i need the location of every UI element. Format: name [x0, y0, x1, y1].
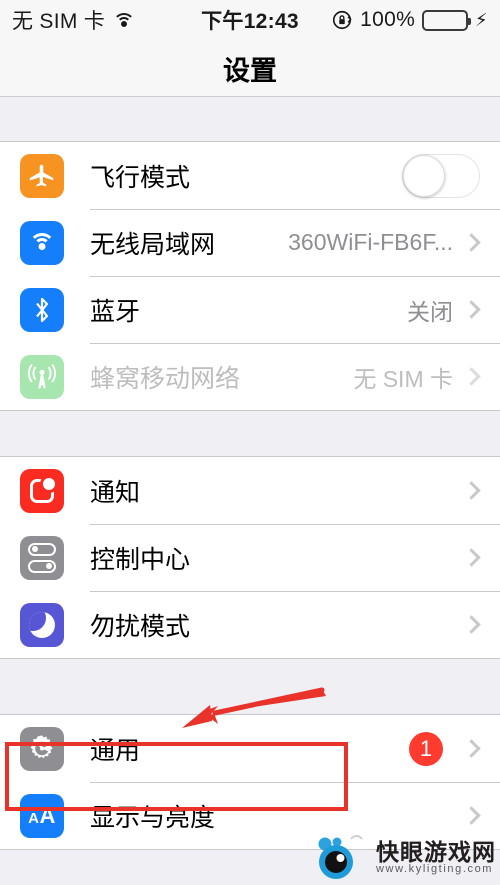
chevron-right-icon — [462, 615, 481, 634]
settings-row-label: 控制中心 — [90, 545, 191, 574]
chevron-right-icon — [462, 300, 481, 319]
airplane-mode-toggle[interactable] — [402, 153, 480, 198]
lightning-bolt-icon: ⚡ — [475, 10, 488, 30]
settings-row-cellular[interactable]: 蜂窝移动网络 无 SIM 卡 — [0, 343, 500, 410]
wifi-icon — [20, 220, 64, 265]
chevron-right-icon — [462, 548, 481, 567]
status-bar-left: 无 SIM 卡 — [12, 5, 136, 35]
page-title: 设置 — [223, 55, 277, 86]
status-badge: 1 — [409, 731, 443, 766]
chevron-right-icon — [462, 481, 481, 500]
chevron-right-icon — [462, 739, 481, 758]
settings-row-control-center[interactable]: 控制中心 — [0, 524, 500, 591]
settings-row-bluetooth[interactable]: 蓝牙 关闭 — [0, 276, 500, 343]
section-gap-2 — [0, 659, 500, 714]
watermark-site-url: www.kyligting.com — [376, 863, 494, 876]
settings-row-value: 关闭 — [407, 298, 453, 325]
settings-row-label: 通用 — [90, 736, 141, 765]
settings-row-do-not-disturb[interactable]: 勿扰模式 — [0, 591, 500, 658]
settings-row-label: 勿扰模式 — [90, 612, 191, 641]
section-gap-top — [0, 97, 500, 141]
cellular-antenna-icon — [20, 354, 64, 399]
battery-icon — [422, 9, 472, 31]
settings-row-label: 显示与亮度 — [90, 803, 216, 832]
chevron-right-icon — [462, 806, 481, 825]
settings-row-general[interactable]: 通用 1 — [0, 715, 500, 782]
section-gap-1 — [0, 411, 500, 456]
battery-percent-label: 100% — [360, 8, 416, 31]
settings-row-label: 蓝牙 — [90, 297, 141, 326]
settings-group-notifications: 通知 控制中心 勿扰模式 — [0, 456, 500, 659]
settings-row-airplane-mode[interactable]: 飞行模式 — [0, 142, 500, 209]
bluetooth-icon — [20, 287, 64, 332]
settings-row-wifi[interactable]: 无线局域网 360WiFi-FB6F... — [0, 209, 500, 276]
status-bar-right: 100% ⚡ — [331, 8, 488, 32]
settings-row-label: 无线局域网 — [90, 230, 216, 259]
carrier-label: 无 SIM 卡 — [12, 10, 106, 33]
settings-row-value: 无 SIM 卡 — [353, 365, 453, 392]
control-center-icon — [20, 535, 64, 580]
chevron-right-icon — [462, 233, 481, 252]
clock-label: 下午12:43 — [201, 10, 299, 33]
eye-mascot-logo-icon — [318, 835, 363, 879]
settings-row-value: 360WiFi-FB6F... — [288, 229, 453, 255]
settings-row-label: 飞行模式 — [90, 163, 191, 192]
status-bar: 无 SIM 卡 下午12:43 100% ⚡ — [0, 0, 500, 40]
watermark: 快眼游戏网 www.kyligting.com — [311, 835, 496, 881]
moon-icon — [20, 602, 64, 647]
nav-bar: 设置 — [0, 40, 500, 97]
watermark-site-name: 快眼游戏网 — [376, 839, 496, 866]
settings-row-label: 蜂窝移动网络 — [90, 364, 241, 393]
gear-icon — [20, 726, 64, 771]
settings-group-connectivity: 飞行模式 无线局域网 360WiFi-FB6F... 蓝牙 关闭 蜂窝移动网络 … — [0, 141, 500, 411]
chevron-right-icon — [462, 367, 481, 386]
settings-screen: 无 SIM 卡 下午12:43 100% ⚡ 设置 飞行模式 无线局域网 360… — [0, 0, 500, 885]
rotation-lock-icon — [333, 10, 352, 30]
aa-text-size-icon: AA — [20, 793, 64, 838]
settings-row-notifications[interactable]: 通知 — [0, 457, 500, 524]
wifi-icon — [113, 12, 136, 28]
settings-row-label: 通知 — [90, 478, 141, 507]
notification-icon — [20, 468, 64, 513]
airplane-icon — [20, 153, 64, 198]
settings-group-system: 通用 1 AA 显示与亮度 — [0, 714, 500, 850]
